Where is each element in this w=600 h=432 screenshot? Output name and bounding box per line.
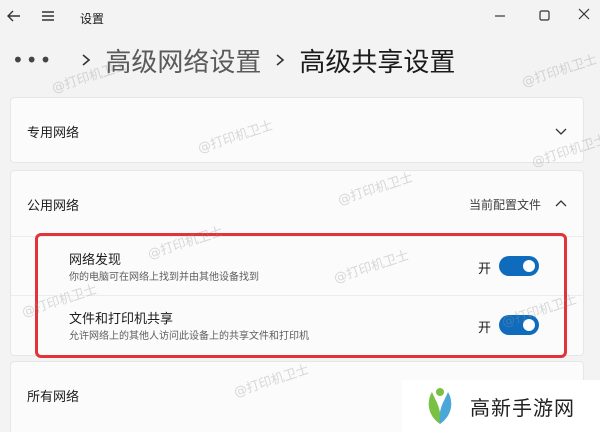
minimize-icon[interactable] bbox=[488, 4, 512, 28]
toggle-state-label: 开 bbox=[477, 262, 491, 277]
private-network-section[interactable]: 专用网络 bbox=[10, 97, 584, 163]
section-title: 专用网络 bbox=[27, 126, 80, 141]
current-profile-label: 当前配置文件 bbox=[468, 198, 541, 212]
chevron-down-icon[interactable] bbox=[553, 123, 569, 139]
setting-title: 网络发现 bbox=[69, 253, 122, 268]
hamburger-menu-icon[interactable] bbox=[36, 4, 60, 28]
toggle-knob bbox=[523, 260, 535, 272]
leaf-logo-icon bbox=[418, 384, 462, 428]
site-logo: 高新手游网 bbox=[402, 380, 600, 432]
close-icon[interactable] bbox=[574, 4, 598, 28]
setting-description: 允许网络上的其他人访问此设备上的共享文件和打印机 bbox=[69, 331, 309, 342]
watermark: @打印机卫士 bbox=[520, 52, 600, 91]
toggle-state-label: 开 bbox=[477, 321, 491, 336]
network-discovery-row: 网络发现 你的电脑可在网络上找到并由其他设备找到 开 bbox=[11, 237, 583, 295]
title-bar: 设置 bbox=[0, 0, 600, 36]
public-network-section: 公用网络 当前配置文件 网络发现 你的电脑可在网络上找到并由其他设备找到 开 文… bbox=[10, 170, 584, 356]
site-name: 高新手游网 bbox=[470, 395, 575, 420]
maximize-icon[interactable] bbox=[532, 4, 556, 28]
network-discovery-toggle[interactable] bbox=[499, 256, 539, 276]
setting-description: 你的电脑可在网络上找到并由其他设备找到 bbox=[69, 272, 259, 283]
page-title: 高级共享设置 bbox=[299, 47, 456, 78]
app-title: 设置 bbox=[80, 12, 105, 26]
chevron-right-icon bbox=[273, 48, 287, 72]
section-title: 公用网络 bbox=[27, 199, 80, 214]
breadcrumb-overflow-button[interactable]: ••• bbox=[12, 48, 53, 72]
setting-title: 文件和打印机共享 bbox=[69, 312, 174, 327]
section-title: 所有网络 bbox=[27, 390, 80, 405]
breadcrumb-parent-link[interactable]: 高级网络设置 bbox=[105, 42, 261, 79]
chevron-up-icon[interactable] bbox=[553, 196, 569, 212]
file-printer-sharing-row: 文件和打印机共享 允许网络上的其他人访问此设备上的共享文件和打印机 开 bbox=[11, 296, 583, 354]
back-arrow-icon[interactable] bbox=[2, 4, 26, 28]
